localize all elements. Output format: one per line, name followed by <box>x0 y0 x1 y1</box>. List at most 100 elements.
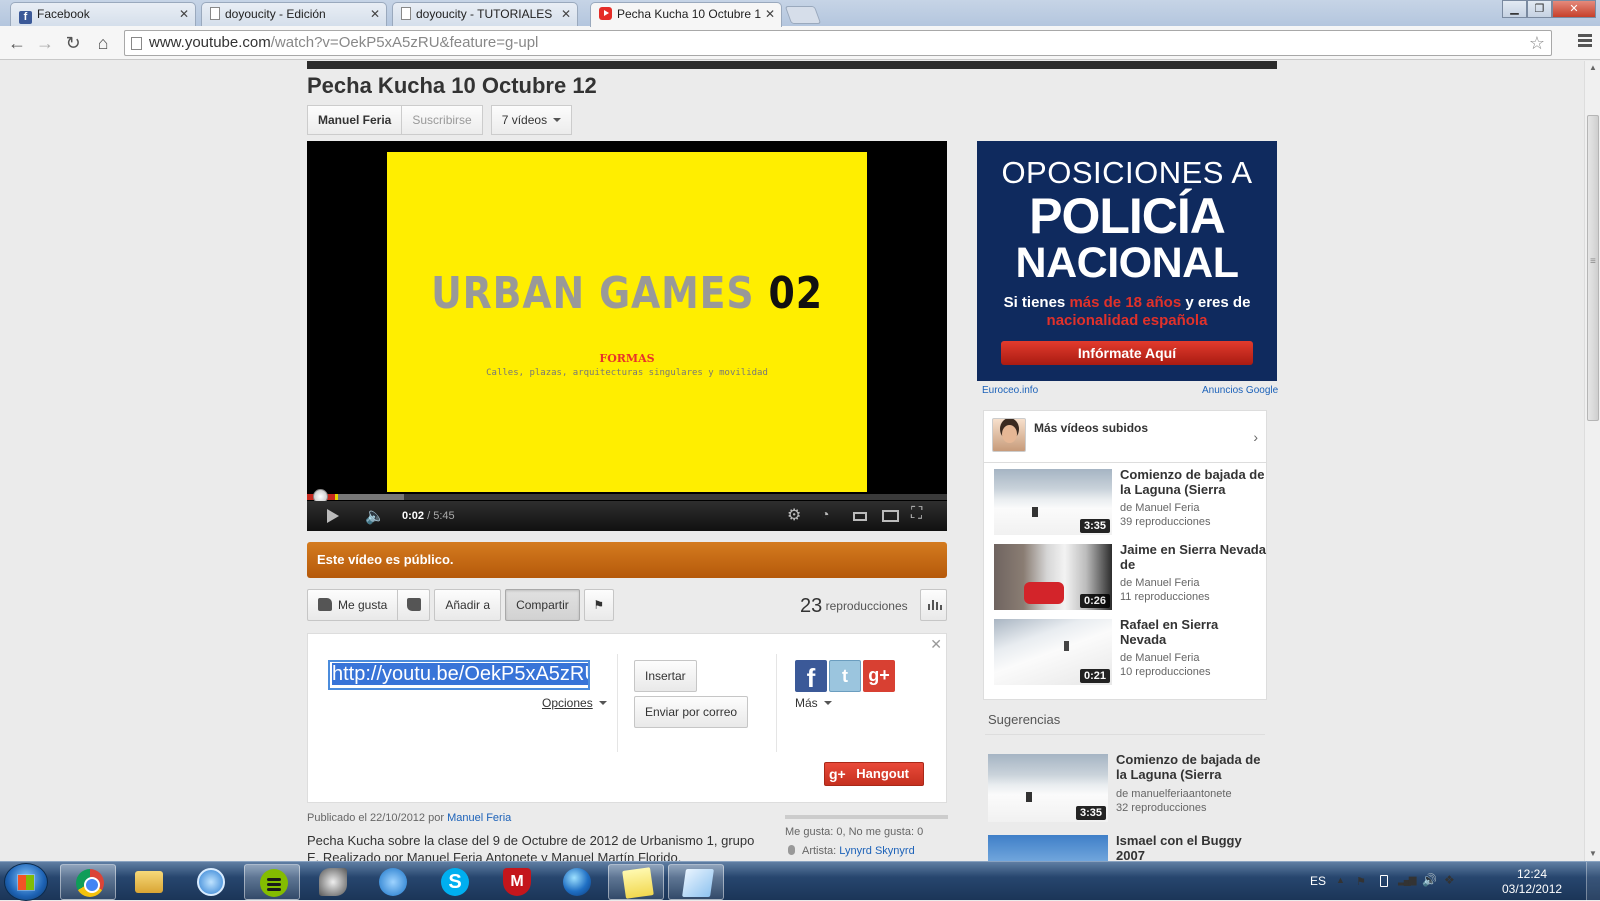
bookmark-star-icon[interactable]: ☆ <box>1529 33 1545 54</box>
more-uploads-header[interactable]: Más vídeos subidos › <box>984 411 1266 463</box>
taskbar-google-earth[interactable] <box>548 864 604 900</box>
video-thumbnail[interactable]: 0:21 <box>994 619 1112 685</box>
list-item[interactable]: 0:21 Rafael en Sierra Nevada de Manuel F… <box>994 617 1266 687</box>
address-bar[interactable]: www.youtube.com/watch?v=OekP5xA5zRU&feat… <box>124 30 1552 56</box>
network-signal-icon[interactable]: ▂▄▆ <box>1398 875 1416 887</box>
reload-icon[interactable]: ↻ <box>62 32 84 54</box>
stats-button[interactable] <box>920 589 947 621</box>
dropbox-icon[interactable]: ❖ <box>1444 873 1456 887</box>
video-thumbnail[interactable]: 0:26 <box>994 544 1112 610</box>
tab-facebook[interactable]: f Facebook ✕ <box>10 2 196 26</box>
show-desktop-button[interactable] <box>1586 862 1600 901</box>
start-button[interactable] <box>4 863 48 901</box>
youtube-icon <box>599 7 612 20</box>
subscribe-button[interactable]: Suscribirse <box>402 105 483 135</box>
system-clock[interactable]: 12:24 03/12/2012 <box>1502 867 1562 897</box>
settings-gear-icon[interactable]: ⚙ <box>787 505 801 525</box>
tab-doyoucity-tutoriales[interactable]: doyoucity - TUTORIALES ✕ <box>392 2 578 26</box>
add-to-button[interactable]: Añadir a <box>434 589 502 621</box>
dislike-button[interactable] <box>398 589 431 621</box>
facebook-share-icon[interactable]: f <box>795 660 827 693</box>
tab-youtube-active[interactable]: Pecha Kucha 10 Octubre 1 ✕ <box>590 2 782 27</box>
video-link-title[interactable]: Comienzo de bajada de la Laguna (Sierra <box>1120 467 1266 497</box>
duration-badge: 0:21 <box>1079 669 1110 683</box>
list-item[interactable]: 0:26 Jaime en Sierra Nevada de de Manuel… <box>994 542 1266 612</box>
new-tab-button[interactable] <box>784 6 822 24</box>
slide-title: URBAN GAMES 02 <box>431 268 823 319</box>
taskbar-itunes[interactable] <box>182 864 238 900</box>
volume-icon[interactable]: 🔈 <box>365 506 385 526</box>
tab-doyoucity-edicion[interactable]: doyoucity - Edición ✕ <box>201 2 387 26</box>
share-button[interactable]: Compartir <box>505 589 580 621</box>
battery-icon[interactable] <box>1380 875 1388 887</box>
video-thumbnail[interactable]: 3:35 <box>988 754 1108 822</box>
small-player-icon[interactable] <box>853 512 867 521</box>
action-center-flag-icon[interactable]: ⚑ <box>1356 875 1368 888</box>
tray-expand-icon[interactable]: ▲ <box>1336 875 1348 887</box>
ad-cta-button[interactable]: Infórmate Aquí <box>1001 341 1253 365</box>
video-thumbnail[interactable]: 3:35 <box>994 469 1112 535</box>
list-item[interactable]: Ismael con el Buggy 2007 <box>988 833 1278 861</box>
embed-button[interactable]: Insertar <box>634 660 697 692</box>
taskbar-skype[interactable]: S <box>426 864 482 900</box>
watch-later-icon[interactable]: ◔ <box>821 506 829 522</box>
video-link-title[interactable]: Jaime en Sierra Nevada de <box>1120 542 1266 572</box>
list-item[interactable]: 3:35 Comienzo de bajada de la Laguna (Si… <box>994 467 1266 537</box>
google-plus-share-icon[interactable]: g+ <box>863 660 895 692</box>
taskbar-bird-app[interactable] <box>364 864 420 900</box>
back-arrow-icon[interactable]: ← <box>6 32 28 54</box>
list-item[interactable]: 3:35 Comienzo de bajada de la Laguna (Si… <box>988 752 1278 822</box>
artist-link[interactable]: Lynyrd Skynyrd <box>839 845 914 857</box>
video-link-title[interactable]: Rafael en Sierra Nevada <box>1120 617 1266 647</box>
large-player-icon[interactable] <box>882 510 899 522</box>
fullscreen-icon[interactable]: ⛶ <box>911 505 922 523</box>
more-share-dropdown[interactable]: Más <box>795 696 832 710</box>
ad-title: POLICÍA <box>1029 188 1226 244</box>
scroll-down-icon[interactable]: ▼ <box>1589 849 1597 858</box>
page-scrollbar[interactable]: ▲ ▼ <box>1584 61 1600 861</box>
like-button[interactable]: Me gusta <box>307 589 399 621</box>
share-url-field[interactable]: http://youtu.be/OekP5xA5zRU <box>328 660 590 690</box>
flag-button[interactable]: ⚑ <box>583 589 614 621</box>
play-icon[interactable] <box>327 509 339 523</box>
author-link[interactable]: Manuel Feria <box>447 812 511 824</box>
advertisement-banner[interactable]: OPOSICIONES A POLICÍA NACIONAL Si tienes… <box>977 141 1277 381</box>
ad-source-link[interactable]: Euroceo.info <box>982 385 1038 396</box>
close-icon[interactable]: ✕ <box>930 636 942 653</box>
taskbar-spotify[interactable] <box>244 864 300 900</box>
close-icon[interactable]: ✕ <box>370 7 380 21</box>
chevron-right-icon[interactable]: › <box>1253 429 1258 445</box>
videos-dropdown-button[interactable]: 7 vídeos <box>490 105 573 135</box>
hangout-button[interactable]: g+ Hangout <box>824 762 924 786</box>
close-icon[interactable]: ✕ <box>561 7 571 21</box>
video-player[interactable]: URBAN GAMES 02 FORMAS Calles, plazas, ar… <box>307 141 947 531</box>
taskbar-explorer[interactable] <box>120 864 176 900</box>
close-icon[interactable]: ✕ <box>765 7 775 21</box>
channel-link[interactable]: Manuel Feria <box>307 105 403 135</box>
scroll-up-icon[interactable]: ▲ <box>1589 63 1597 72</box>
taskbar-mcafee[interactable]: M <box>488 864 544 900</box>
video-thumbnail[interactable] <box>988 835 1108 861</box>
forward-arrow-icon[interactable]: → <box>34 32 56 54</box>
scrollbar-thumb[interactable] <box>1587 115 1599 421</box>
taskbar-window[interactable] <box>668 864 724 900</box>
email-button[interactable]: Enviar por correo <box>634 696 749 728</box>
tuenti-share-icon[interactable]: t <box>829 660 861 692</box>
video-link-title[interactable]: Ismael con el Buggy 2007 <box>1116 833 1266 861</box>
globe-icon <box>563 868 591 896</box>
video-link-title[interactable]: Comienzo de bajada de la Laguna (Sierra <box>1116 752 1266 782</box>
window-close-icon[interactable]: ✕ <box>1552 0 1596 18</box>
taskbar-chrome[interactable] <box>60 864 116 900</box>
taskbar-app[interactable] <box>304 864 360 900</box>
volume-icon[interactable]: 🔊 <box>1422 873 1437 887</box>
home-icon[interactable]: ⌂ <box>92 32 114 54</box>
minimize-icon[interactable]: ▁ <box>1502 0 1527 18</box>
language-indicator[interactable]: ES <box>1310 874 1326 888</box>
progress-bar[interactable] <box>307 489 947 504</box>
options-dropdown[interactable]: Opciones <box>542 696 607 710</box>
ad-provider-link[interactable]: Anuncios Google <box>1202 385 1278 396</box>
taskbar-sticky-notes[interactable] <box>608 864 664 900</box>
close-icon[interactable]: ✕ <box>179 7 189 21</box>
wrench-menu-icon[interactable] <box>1578 34 1592 50</box>
maximize-icon[interactable]: ❐ <box>1527 0 1552 18</box>
